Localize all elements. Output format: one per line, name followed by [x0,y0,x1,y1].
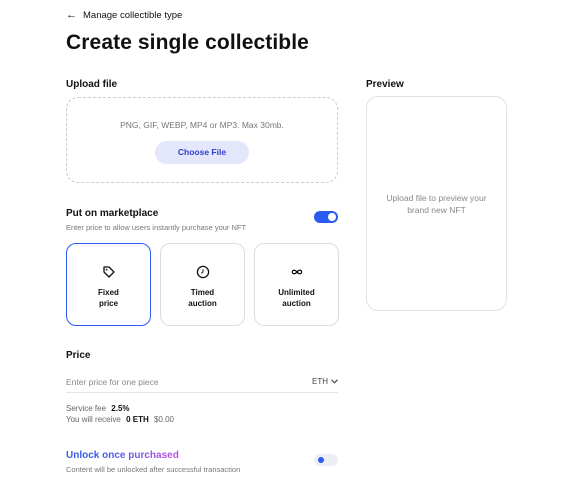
price-label: Price [66,350,91,361]
fee-summary: Service fee 2.5% You will receive 0 ETH … [66,403,174,425]
receive-line: You will receive 0 ETH $0.00 [66,414,174,425]
service-fee-line: Service fee 2.5% [66,403,174,414]
upload-dropzone[interactable]: PNG, GIF, WEBP, MP4 or MP3. Max 30mb. Ch… [66,97,338,183]
infinity-icon [290,265,304,279]
currency-select[interactable]: ETH [312,377,338,386]
unlock-label-gradient: once purchased [102,450,179,461]
price-input[interactable]: Enter price for one piece [66,377,159,387]
chevron-down-icon [331,377,338,386]
option-line1: Unlimited [278,288,315,297]
receive-label: You will receive [66,415,121,424]
option-line1: Fixed [98,288,119,297]
option-line2: auction [188,299,217,308]
receive-value: 0 ETH [126,415,149,424]
unlock-title: Unlock once purchased [66,450,179,461]
page-title: Create single collectible [66,31,309,54]
option-unlimited-auction[interactable]: Unlimited auction [254,243,339,326]
create-collectible-page: ← Manage collectible type Create single … [0,0,578,483]
service-fee-label: Service fee [66,404,107,413]
choose-file-button[interactable]: Choose File [155,141,249,164]
unlock-toggle[interactable] [314,454,338,466]
option-line2: auction [282,299,311,308]
upload-file-label: Upload file [66,79,118,90]
option-line2: price [98,299,119,308]
currency-value: ETH [312,377,328,386]
service-fee-value: 2.5% [111,404,130,413]
option-fixed-price[interactable]: Fixed price [66,243,151,326]
unlock-description: Content will be unlocked after successfu… [66,465,241,474]
back-link[interactable]: ← Manage collectible type [66,9,183,22]
option-line1: Timed [190,288,215,297]
back-link-label: Manage collectible type [83,10,183,21]
preview-label: Preview [366,79,404,90]
price-input-row: Enter price for one piece ETH [66,371,338,393]
unlock-label-plain: Unlock [66,450,103,461]
preview-panel: Upload file to preview your brand new NF… [366,96,507,311]
option-timed-auction[interactable]: Timed auction [160,243,245,326]
marketplace-label: Put on marketplace [66,208,159,219]
preview-placeholder: Upload file to preview your brand new NF… [386,192,487,215]
arrow-left-icon: ← [66,9,77,21]
upload-hint: PNG, GIF, WEBP, MP4 or MP3. Max 30mb. [120,120,284,130]
clock-icon [196,265,210,279]
sale-type-options: Fixed price Timed auction Unlimited auct… [66,243,339,326]
tag-icon [102,265,116,279]
marketplace-description: Enter price to allow users instantly pur… [66,223,247,232]
receive-usd: $0.00 [153,415,175,424]
marketplace-toggle[interactable] [314,211,338,223]
